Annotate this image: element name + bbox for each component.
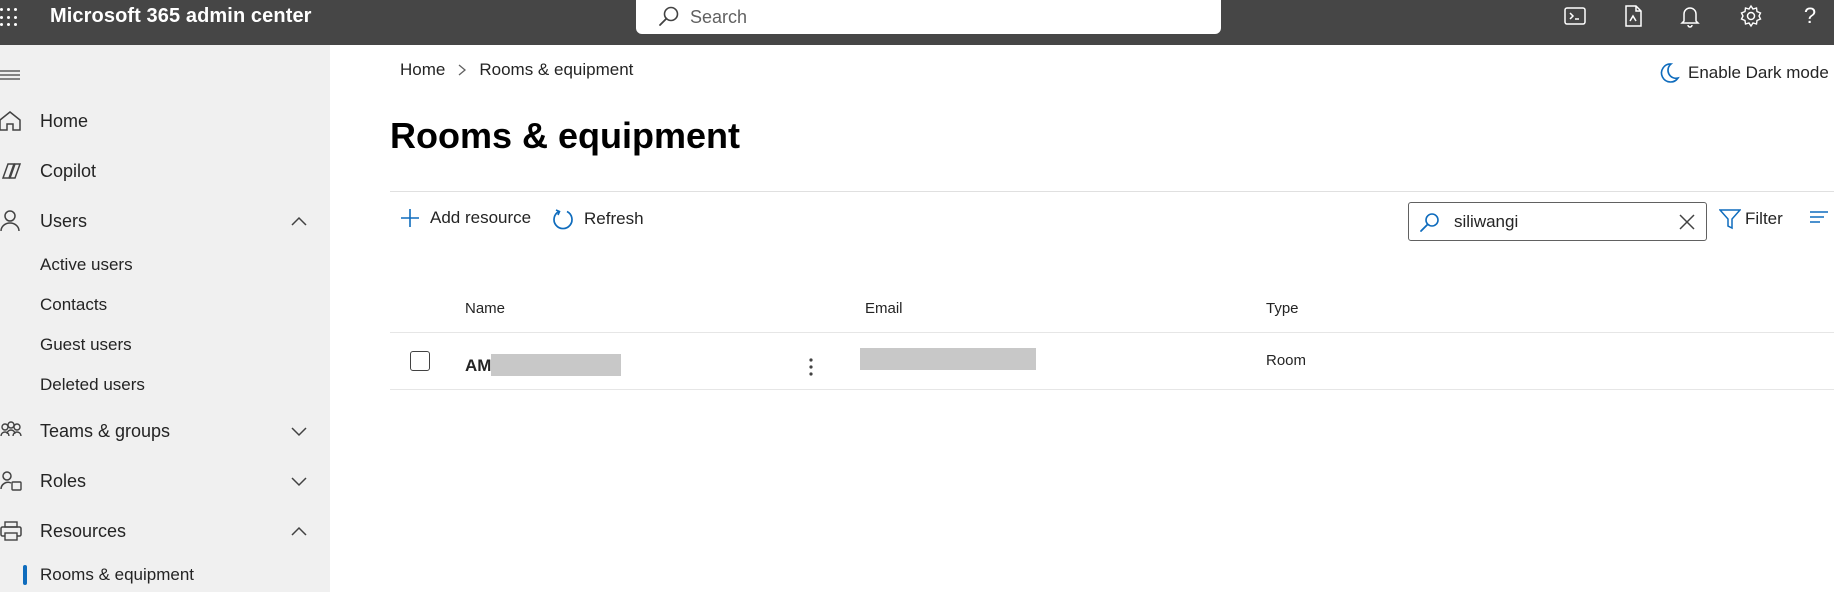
chevron-up-icon[interactable]	[290, 525, 308, 537]
column-header-type[interactable]: Type	[1266, 300, 1299, 317]
sidebar-item-resources[interactable]: Resources	[0, 511, 330, 551]
header-divider	[390, 332, 1834, 333]
refresh-icon	[553, 209, 573, 230]
sidebar-item-label: Home	[40, 110, 89, 131]
sidebar-item-home[interactable]: Home	[0, 101, 330, 141]
sidebar-item-label: Resources	[40, 520, 127, 541]
app-title[interactable]: Microsoft 365 admin center	[50, 5, 312, 28]
sidebar-item-copilot[interactable]: Copilot	[0, 151, 330, 191]
sidebar-item-users[interactable]: Users	[0, 201, 330, 241]
sidebar-item-rooms-equipment[interactable]: Rooms & equipment	[40, 565, 194, 585]
roles-icon	[0, 471, 22, 491]
sidebar-item-label: Teams & groups	[40, 420, 171, 441]
dark-mode-toggle[interactable]: Enable Dark mode	[1658, 62, 1829, 84]
filter-icon	[1719, 209, 1741, 230]
active-indicator	[23, 565, 27, 585]
row-divider	[390, 389, 1834, 390]
chevron-down-icon[interactable]	[290, 475, 308, 487]
bell-icon[interactable]	[1677, 3, 1703, 29]
filter-button[interactable]: Filter	[1719, 208, 1783, 230]
hamburger-menu-icon[interactable]	[0, 67, 22, 88]
person-icon	[0, 210, 20, 232]
sidebar-item-label: Roles	[40, 470, 87, 491]
refresh-button[interactable]: Refresh	[552, 208, 644, 230]
sidebar-item-guest-users[interactable]: Guest users	[40, 335, 132, 355]
list-options-icon	[1810, 211, 1828, 223]
row-checkbox[interactable]	[410, 351, 430, 371]
sidebar-item-teams-groups[interactable]: Teams & groups	[0, 411, 330, 451]
add-resource-button[interactable]: Add resource	[400, 208, 531, 228]
close-icon[interactable]	[1679, 214, 1695, 230]
dark-mode-label: Enable Dark mode	[1688, 63, 1829, 82]
sidebar-item-active-users[interactable]: Active users	[40, 255, 133, 275]
breadcrumb-current: Rooms & equipment	[479, 60, 634, 79]
refresh-label: Refresh	[584, 209, 644, 228]
search-icon	[1420, 213, 1439, 232]
moon-icon	[1660, 63, 1680, 83]
sidebar-item-deleted-users[interactable]: Deleted users	[40, 375, 145, 395]
plus-icon	[401, 209, 419, 227]
sidebar-item-roles[interactable]: Roles	[0, 461, 330, 501]
view-options-button[interactable]	[1807, 208, 1834, 226]
row-type: Room	[1266, 352, 1307, 369]
printer-icon	[0, 521, 22, 541]
search-icon	[659, 6, 679, 26]
column-header-email[interactable]: Email	[865, 300, 903, 317]
column-header-name[interactable]: Name	[465, 300, 505, 317]
top-bar: Microsoft 365 admin center ?	[0, 0, 1834, 45]
sidebar-item-label: Users	[40, 210, 88, 231]
add-resource-label: Add resource	[430, 208, 532, 227]
chevron-down-icon[interactable]	[290, 425, 308, 437]
breadcrumb: Home Rooms & equipment	[400, 60, 633, 80]
sidebar: Home Copilot Users Active users Contacts…	[0, 45, 330, 592]
global-search-box[interactable]	[636, 0, 1221, 34]
people-icon	[0, 421, 22, 437]
more-options-icon[interactable]	[808, 357, 814, 382]
breadcrumb-home[interactable]: Home	[400, 60, 445, 80]
row-name[interactable]: AM	[465, 356, 491, 376]
chevron-up-icon[interactable]	[290, 215, 308, 227]
redacted-name	[491, 354, 621, 376]
waffle-icon[interactable]	[0, 6, 22, 28]
chevron-right-icon	[457, 63, 467, 77]
gear-icon[interactable]	[1738, 3, 1764, 29]
redacted-email	[860, 348, 1036, 370]
page-title: Rooms & equipment	[390, 115, 741, 156]
table-search-box[interactable]	[1408, 202, 1707, 241]
global-search-input[interactable]	[690, 5, 1190, 29]
terminal-icon[interactable]	[1562, 3, 1588, 29]
sidebar-item-label: Copilot	[40, 160, 97, 181]
help-icon[interactable]: ?	[1797, 3, 1823, 29]
divider	[390, 191, 1834, 192]
home-icon	[0, 111, 21, 131]
table-search-input[interactable]	[1454, 211, 1664, 233]
document-icon[interactable]	[1620, 3, 1646, 29]
sidebar-item-contacts[interactable]: Contacts	[40, 295, 107, 315]
copilot-icon	[1, 163, 22, 179]
filter-label: Filter	[1745, 209, 1783, 228]
